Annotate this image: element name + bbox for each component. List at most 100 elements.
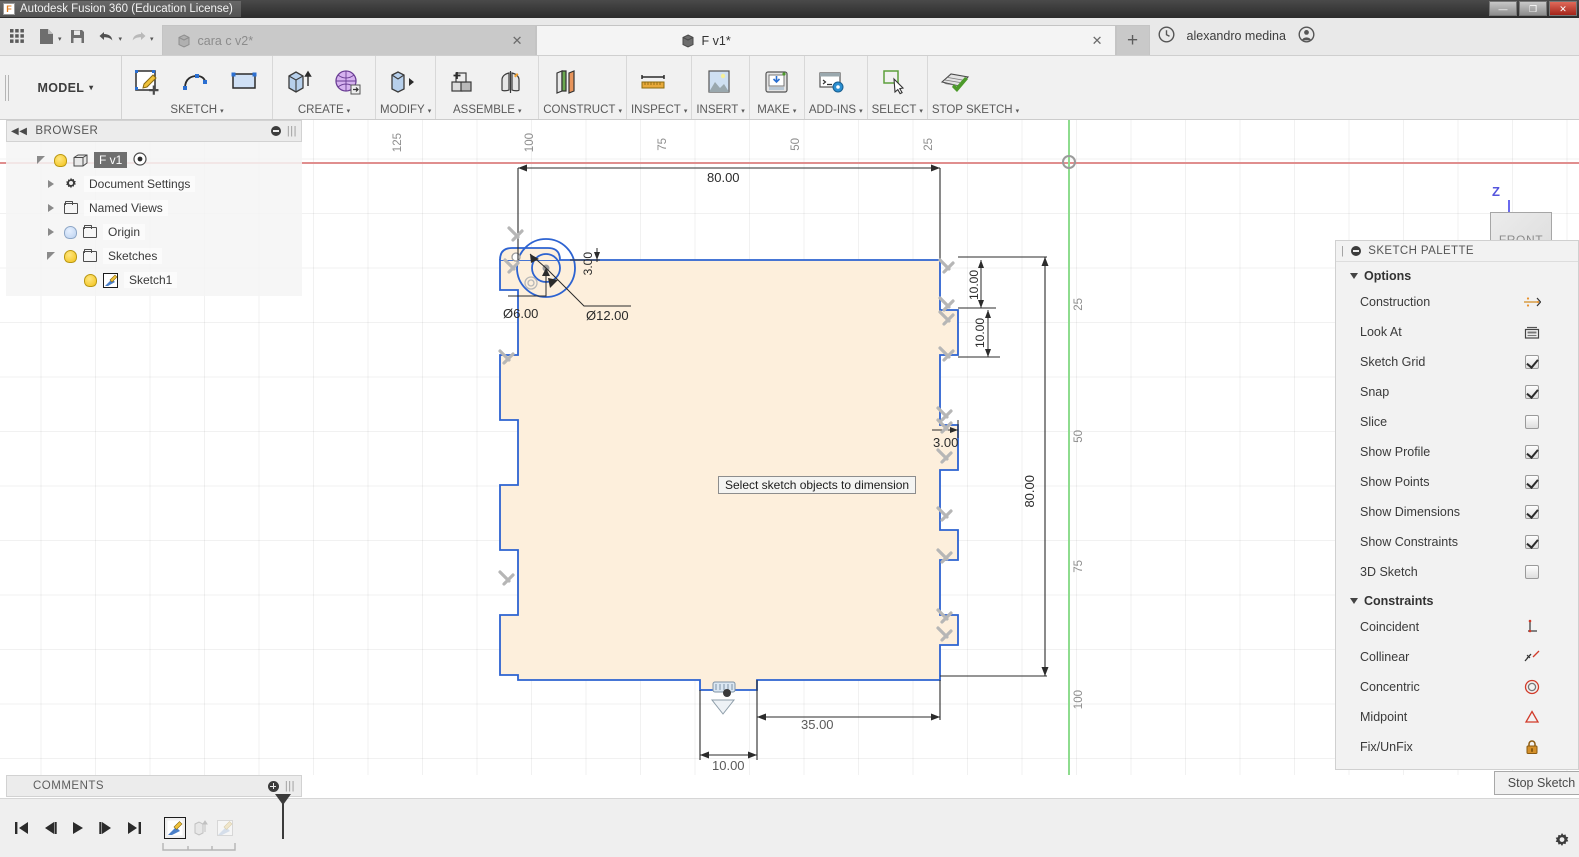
new-document-icon[interactable] xyxy=(33,23,59,49)
mesh-insert-icon[interactable] xyxy=(325,64,371,100)
dim-text-height-80[interactable]: 80.00 xyxy=(1022,475,1037,508)
workspace-selector[interactable]: MODEL ▾ xyxy=(10,56,122,119)
expander-down-icon[interactable] xyxy=(44,252,58,260)
tree-item-sketches[interactable]: Sketches xyxy=(6,244,302,268)
tree-item-f-v1[interactable]: F v1 xyxy=(6,148,302,172)
avatar-icon[interactable] xyxy=(1298,26,1315,46)
maximize-button[interactable]: ❐ xyxy=(1519,1,1547,16)
measure-icon[interactable] xyxy=(631,64,677,100)
activate-component-icon[interactable] xyxy=(133,151,147,169)
3d-print-icon[interactable] xyxy=(754,64,800,100)
extrude-feature[interactable] xyxy=(189,817,211,839)
snap-checkbox[interactable] xyxy=(1525,385,1539,399)
stop-sketch-icon[interactable] xyxy=(932,64,978,100)
palette-row-3d-sketch[interactable]: 3D Sketch xyxy=(1336,557,1578,587)
palette-row-show-points[interactable]: Show Points xyxy=(1336,467,1578,497)
palette-row-concentric[interactable]: Concentric xyxy=(1336,672,1578,702)
play-icon[interactable] xyxy=(70,820,86,836)
new-tab-button[interactable]: + xyxy=(1115,25,1150,55)
document-tab-cara[interactable]: cara c v2* ✕ xyxy=(161,25,536,55)
sketch-grid-checkbox[interactable] xyxy=(1525,355,1539,369)
dim-text-right-tooth-3[interactable]: 3.00 xyxy=(933,435,958,450)
select-window-icon[interactable] xyxy=(872,64,918,100)
show-points-checkbox[interactable] xyxy=(1525,475,1539,489)
tab-close-icon[interactable]: ✕ xyxy=(1062,33,1103,49)
dim-text-width-80[interactable]: 80.00 xyxy=(707,170,740,185)
palette-row-collinear[interactable]: Collinear xyxy=(1336,642,1578,672)
panel-grip[interactable]: | xyxy=(1341,245,1344,257)
comments-panel[interactable]: COMMENTS ||| xyxy=(6,775,302,797)
expander-down-icon[interactable] xyxy=(34,156,48,164)
palette-section-options[interactable]: Options xyxy=(1336,262,1578,287)
dim-text-right-step-1[interactable]: 10.00 xyxy=(967,270,981,300)
add-comment-icon[interactable] xyxy=(267,780,279,792)
palette-row-slice[interactable]: Slice xyxy=(1336,407,1578,437)
step-back-icon[interactable] xyxy=(42,820,58,836)
save-icon[interactable] xyxy=(65,23,91,49)
look-at-icon[interactable] xyxy=(1521,325,1543,340)
insert-image-icon[interactable] xyxy=(696,64,742,100)
dim-text-bottom-notch-10[interactable]: 10.00 xyxy=(712,758,745,773)
visibility-bulb-icon[interactable] xyxy=(64,225,77,239)
joint-icon[interactable] xyxy=(488,64,534,100)
visibility-bulb-icon[interactable] xyxy=(84,273,97,287)
palette-row-midpoint[interactable]: Midpoint xyxy=(1336,702,1578,732)
visibility-bulb-icon[interactable] xyxy=(54,153,67,167)
3d-sketch-checkbox[interactable] xyxy=(1525,565,1539,579)
panel-grip[interactable]: ||| xyxy=(287,125,297,137)
collinear-constraint-icon[interactable] xyxy=(1521,649,1543,665)
minimize-button[interactable]: — xyxy=(1489,1,1517,16)
panel-grip[interactable]: ||| xyxy=(285,780,295,792)
fix-unfix-constraint-icon[interactable] xyxy=(1521,739,1543,755)
close-button[interactable]: ✕ xyxy=(1549,1,1577,16)
palette-row-snap[interactable]: Snap xyxy=(1336,377,1578,407)
palette-row-look-at[interactable]: Look At xyxy=(1336,317,1578,347)
midpoint-constraint-icon[interactable] xyxy=(1521,709,1543,725)
dim-text-bottom-offset-35[interactable]: 35.00 xyxy=(801,717,834,732)
expander-right-icon[interactable] xyxy=(44,204,58,212)
palette-row-show-constraints[interactable]: Show Constraints xyxy=(1336,527,1578,557)
undo-icon[interactable] xyxy=(94,23,120,49)
extrude-icon[interactable] xyxy=(277,64,323,100)
palette-row-fix-unfix[interactable]: Fix/UnFix xyxy=(1336,732,1578,762)
redo-caret-icon[interactable]: ▾ xyxy=(150,35,154,43)
redo-icon[interactable] xyxy=(125,23,151,49)
go-to-end-icon[interactable] xyxy=(126,820,142,836)
spline-icon[interactable] xyxy=(174,64,220,100)
construction-line-icon[interactable] xyxy=(1521,295,1543,309)
new-component-icon[interactable] xyxy=(440,64,486,100)
go-to-beginning-icon[interactable] xyxy=(14,820,30,836)
app-grid-icon[interactable] xyxy=(4,23,30,49)
press-pull-icon[interactable] xyxy=(380,64,426,100)
rectangle-icon[interactable] xyxy=(222,64,268,100)
show-constraints-checkbox[interactable] xyxy=(1525,535,1539,549)
tab-close-icon[interactable]: ✕ xyxy=(482,33,523,49)
tree-item-named-views[interactable]: Named Views xyxy=(6,196,302,220)
offset-plane-icon[interactable] xyxy=(543,64,589,100)
sketch1-feature[interactable] xyxy=(164,817,186,839)
palette-row-coincident[interactable]: Coincident xyxy=(1336,612,1578,642)
create-sketch-icon[interactable] xyxy=(126,64,172,100)
expander-right-icon[interactable] xyxy=(44,180,58,188)
dim-text-top-tooth-3[interactable]: 3.00 xyxy=(581,252,595,275)
palette-row-show-profile[interactable]: Show Profile xyxy=(1336,437,1578,467)
new-document-caret-icon[interactable]: ▾ xyxy=(58,35,62,43)
scripts-addins-icon[interactable] xyxy=(809,64,855,100)
palette-row-sketch-grid[interactable]: Sketch Grid xyxy=(1336,347,1578,377)
panel-minimize-icon[interactable] xyxy=(1351,246,1362,256)
panel-minimize-icon[interactable] xyxy=(270,126,281,136)
expander-right-icon[interactable] xyxy=(44,228,58,236)
undo-caret-icon[interactable]: ▾ xyxy=(119,35,123,43)
dim-text-right-step-2[interactable]: 10.00 xyxy=(973,318,987,348)
document-tab-f[interactable]: F v1* ✕ xyxy=(535,25,1116,55)
show-dimensions-checkbox[interactable] xyxy=(1525,505,1539,519)
dim-text-dia-12[interactable]: Ø12.00 xyxy=(586,308,629,323)
user-name[interactable]: alexandro medina xyxy=(1187,29,1286,43)
palette-row-show-dimensions[interactable]: Show Dimensions xyxy=(1336,497,1578,527)
sketch2-feature[interactable] xyxy=(214,817,236,839)
sketch-point[interactable] xyxy=(511,252,521,262)
concentric-constraint-icon[interactable] xyxy=(1521,679,1543,695)
collapse-left-icon[interactable]: ◀◀ xyxy=(11,126,27,137)
clock-icon[interactable] xyxy=(1158,26,1175,46)
palette-section-constraints[interactable]: Constraints xyxy=(1336,587,1578,612)
